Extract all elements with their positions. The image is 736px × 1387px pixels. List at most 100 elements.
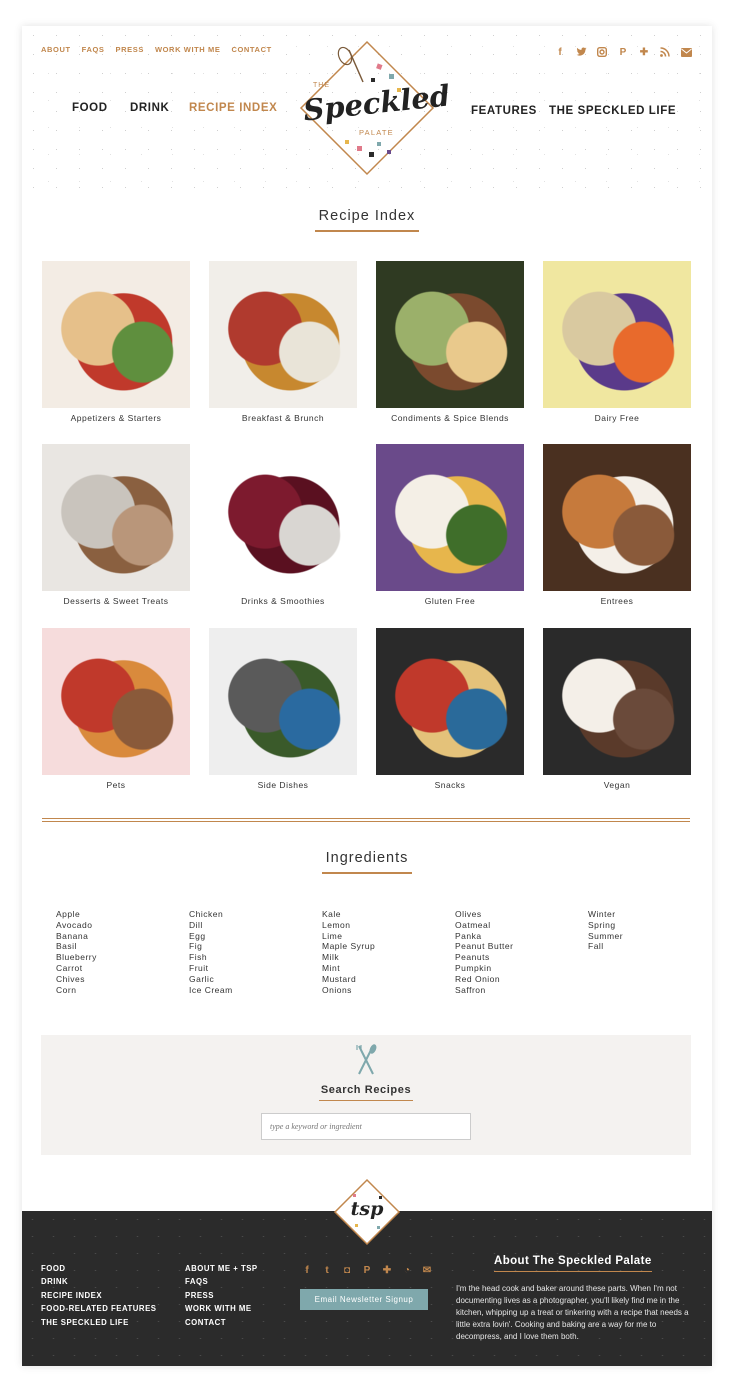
category-card[interactable]: Dairy Free bbox=[543, 261, 691, 423]
ingredient-link[interactable]: Fruit bbox=[189, 963, 233, 974]
category-photo[interactable] bbox=[376, 261, 524, 408]
ingredient-link[interactable]: Milk bbox=[322, 952, 375, 963]
category-card[interactable]: Drinks & Smoothies bbox=[209, 444, 357, 606]
category-photo[interactable] bbox=[543, 444, 691, 591]
ingredient-link[interactable]: Kale bbox=[322, 909, 375, 920]
category-label[interactable]: Vegan bbox=[543, 780, 691, 790]
footer-nav-link[interactable]: FOOD-RELATED FEATURES bbox=[41, 1302, 156, 1315]
ingredient-link[interactable]: Onions bbox=[322, 985, 375, 996]
facebook-icon[interactable]: f bbox=[301, 1265, 313, 1276]
rss-icon[interactable]: ◔ bbox=[401, 1265, 413, 1276]
ingredient-link[interactable]: Banana bbox=[56, 931, 97, 942]
ingredient-link[interactable]: Blueberry bbox=[56, 952, 97, 963]
category-card[interactable]: Desserts & Sweet Treats bbox=[42, 444, 190, 606]
ingredient-link[interactable]: Dill bbox=[189, 920, 233, 931]
search-input[interactable] bbox=[261, 1113, 471, 1140]
nav-food[interactable]: FOOD bbox=[72, 102, 108, 114]
ingredient-link[interactable]: Lime bbox=[322, 931, 375, 942]
ingredient-link[interactable]: Apple bbox=[56, 909, 97, 920]
category-label[interactable]: Dairy Free bbox=[543, 413, 691, 423]
category-card[interactable]: Breakfast & Brunch bbox=[209, 261, 357, 423]
category-photo[interactable] bbox=[209, 628, 357, 775]
category-card[interactable]: Snacks bbox=[376, 628, 524, 790]
facebook-icon[interactable]: f bbox=[554, 46, 566, 58]
ingredient-link[interactable]: Peanut Butter bbox=[455, 941, 513, 952]
category-label[interactable]: Pets bbox=[42, 780, 190, 790]
ingredient-link[interactable]: Spring bbox=[588, 920, 623, 931]
ingredient-link[interactable]: Lemon bbox=[322, 920, 375, 931]
ingredient-link[interactable]: Red Onion bbox=[455, 974, 513, 985]
category-label[interactable]: Desserts & Sweet Treats bbox=[42, 596, 190, 606]
ingredient-link[interactable]: Avocado bbox=[56, 920, 97, 931]
ingredient-link[interactable]: Ice Cream bbox=[189, 985, 233, 996]
ingredient-link[interactable]: Olives bbox=[455, 909, 513, 920]
ingredient-link[interactable]: Winter bbox=[588, 909, 623, 920]
topnav-contact[interactable]: CONTACT bbox=[231, 45, 271, 54]
nav-recipe-index[interactable]: RECIPE INDEX bbox=[189, 102, 277, 114]
footer-nav-link[interactable]: FOOD bbox=[41, 1262, 156, 1275]
category-photo[interactable] bbox=[42, 261, 190, 408]
category-photo[interactable] bbox=[42, 444, 190, 591]
plus-icon[interactable]: ✚ bbox=[638, 46, 650, 58]
footer-logo[interactable]: tsp bbox=[333, 1178, 401, 1246]
category-card[interactable]: Entrees bbox=[543, 444, 691, 606]
category-photo[interactable] bbox=[543, 261, 691, 408]
category-label[interactable]: Entrees bbox=[543, 596, 691, 606]
category-label[interactable]: Appetizers & Starters bbox=[42, 413, 190, 423]
category-card[interactable]: Side Dishes bbox=[209, 628, 357, 790]
topnav-work-with-me[interactable]: WORK WITH ME bbox=[155, 45, 221, 54]
category-card[interactable]: Gluten Free bbox=[376, 444, 524, 606]
nav-speckled-life[interactable]: THE SPECKLED LIFE bbox=[549, 105, 676, 117]
ingredient-link[interactable]: Oatmeal bbox=[455, 920, 513, 931]
category-label[interactable]: Condiments & Spice Blends bbox=[376, 413, 524, 423]
ingredient-link[interactable]: Saffron bbox=[455, 985, 513, 996]
plus-icon[interactable]: ✚ bbox=[381, 1265, 393, 1276]
ingredient-link[interactable]: Basil bbox=[56, 941, 97, 952]
footer-nav-link[interactable]: ABOUT ME + TSP bbox=[185, 1262, 258, 1275]
ingredient-link[interactable]: Mustard bbox=[322, 974, 375, 985]
pinterest-icon[interactable]: P bbox=[617, 46, 629, 58]
ingredient-link[interactable]: Mint bbox=[322, 963, 375, 974]
ingredient-link[interactable]: Pumpkin bbox=[455, 963, 513, 974]
category-card[interactable]: Pets bbox=[42, 628, 190, 790]
site-logo[interactable]: THE Speckled PALATE bbox=[297, 38, 452, 178]
ingredient-link[interactable]: Peanuts bbox=[455, 952, 513, 963]
rss-icon[interactable] bbox=[659, 46, 671, 58]
twitter-icon[interactable] bbox=[575, 46, 587, 58]
ingredient-link[interactable]: Fish bbox=[189, 952, 233, 963]
ingredient-link[interactable]: Fig bbox=[189, 941, 233, 952]
ingredient-link[interactable]: Summer bbox=[588, 931, 623, 942]
instagram-icon[interactable]: ◘ bbox=[341, 1265, 353, 1276]
category-label[interactable]: Side Dishes bbox=[209, 780, 357, 790]
footer-nav-link[interactable]: DRINK bbox=[41, 1275, 156, 1288]
footer-nav-link[interactable]: CONTACT bbox=[185, 1316, 258, 1329]
topnav-faqs[interactable]: FAQS bbox=[82, 45, 105, 54]
footer-nav-link[interactable]: WORK WITH ME bbox=[185, 1302, 258, 1315]
topnav-about[interactable]: ABOUT bbox=[41, 45, 71, 54]
category-label[interactable]: Breakfast & Brunch bbox=[209, 413, 357, 423]
ingredient-link[interactable]: Egg bbox=[189, 931, 233, 942]
ingredient-link[interactable]: Maple Syrup bbox=[322, 941, 375, 952]
email-icon[interactable] bbox=[680, 46, 692, 58]
pinterest-icon[interactable]: P bbox=[361, 1265, 373, 1276]
email-icon[interactable]: ✉ bbox=[421, 1265, 433, 1276]
twitter-icon[interactable]: t bbox=[321, 1265, 333, 1276]
ingredient-link[interactable]: Chicken bbox=[189, 909, 233, 920]
category-photo[interactable] bbox=[209, 261, 357, 408]
footer-nav-link[interactable]: RECIPE INDEX bbox=[41, 1289, 156, 1302]
ingredient-link[interactable]: Carrot bbox=[56, 963, 97, 974]
footer-nav-link[interactable]: THE SPECKLED LIFE bbox=[41, 1316, 156, 1329]
topnav-press[interactable]: PRESS bbox=[116, 45, 144, 54]
ingredient-link[interactable]: Corn bbox=[56, 985, 97, 996]
ingredient-link[interactable]: Panka bbox=[455, 931, 513, 942]
newsletter-signup-button[interactable]: Email Newsletter Signup bbox=[300, 1289, 428, 1310]
category-photo[interactable] bbox=[376, 628, 524, 775]
instagram-icon[interactable] bbox=[596, 46, 608, 58]
category-card[interactable]: Vegan bbox=[543, 628, 691, 790]
category-label[interactable]: Gluten Free bbox=[376, 596, 524, 606]
footer-nav-link[interactable]: FAQS bbox=[185, 1275, 258, 1288]
category-photo[interactable] bbox=[376, 444, 524, 591]
nav-drink[interactable]: DRINK bbox=[130, 102, 169, 114]
category-card[interactable]: Condiments & Spice Blends bbox=[376, 261, 524, 423]
ingredient-link[interactable]: Chives bbox=[56, 974, 97, 985]
